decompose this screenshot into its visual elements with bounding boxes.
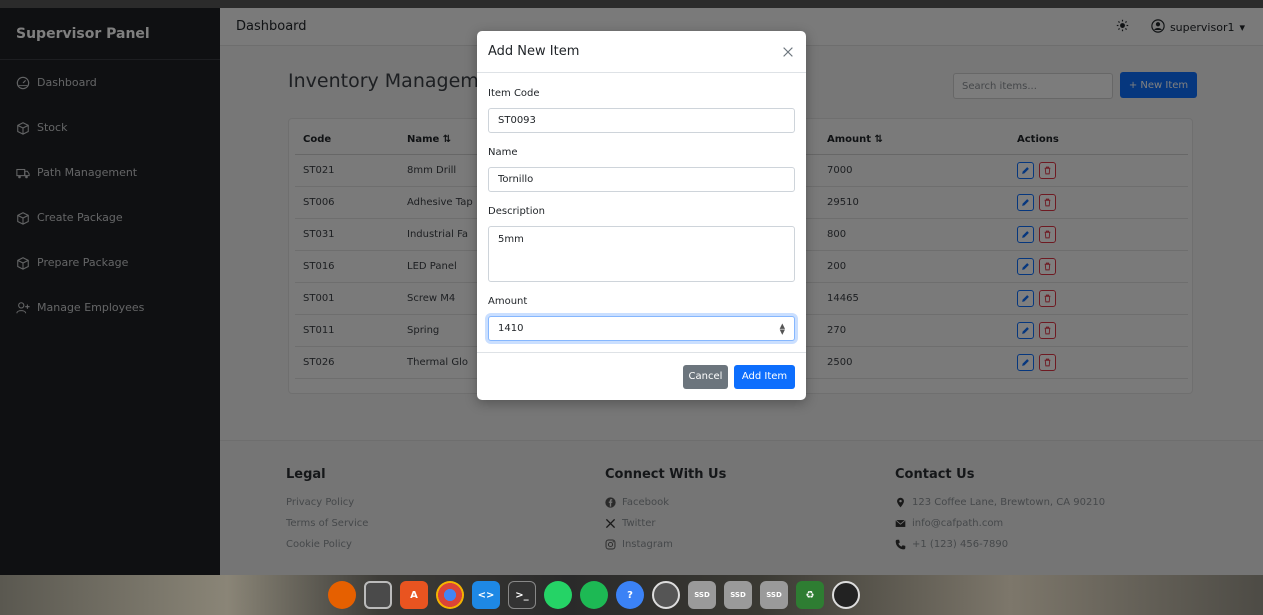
item-code-label: Item Code <box>488 87 540 99</box>
dock: A <> >_ ? SSD SSD SSD ♻ <box>322 575 952 615</box>
description-label: Description <box>488 205 545 217</box>
add-item-modal: Add New Item Item Code Name Description … <box>477 31 806 400</box>
whatsapp-icon[interactable] <box>544 581 572 609</box>
software-center-icon[interactable]: A <box>400 581 428 609</box>
name-field[interactable] <box>488 167 795 192</box>
settings-icon[interactable] <box>652 581 680 609</box>
ubuntu-apps-icon[interactable] <box>832 581 860 609</box>
modal-footer: Cancel Add Item <box>477 352 806 400</box>
amount-label: Amount <box>488 295 528 307</box>
os-taskbar: A <> >_ ? SSD SSD SSD ♻ <box>0 575 1263 615</box>
chrome-icon[interactable] <box>436 581 464 609</box>
amount-value: 1410 <box>498 323 524 334</box>
name-label: Name <box>488 146 518 158</box>
vscode-icon[interactable]: <> <box>472 581 500 609</box>
number-spinner-icon[interactable]: ▲ ▼ <box>780 323 785 336</box>
terminal-icon[interactable]: >_ <box>508 581 536 609</box>
amount-field[interactable]: 1410 ▲ ▼ <box>488 316 795 341</box>
ssd-drive-icon[interactable]: SSD <box>688 581 716 609</box>
ssd-drive-icon[interactable]: SSD <box>724 581 752 609</box>
modal-title: Add New Item <box>488 44 580 59</box>
help-icon[interactable]: ? <box>616 581 644 609</box>
spotify-icon[interactable] <box>580 581 608 609</box>
cancel-button[interactable]: Cancel <box>683 364 728 389</box>
close-icon[interactable] <box>781 45 795 59</box>
add-item-button[interactable]: Add Item <box>734 364 795 389</box>
description-field[interactable]: 5mm <box>488 226 795 282</box>
files-icon[interactable] <box>364 581 392 609</box>
trash-bin-icon[interactable]: ♻ <box>796 581 824 609</box>
firefox-icon[interactable] <box>328 581 356 609</box>
modal-body: Item Code Name Description 5mm Amount 14… <box>477 73 806 341</box>
item-code-field[interactable] <box>488 108 795 133</box>
modal-header: Add New Item <box>477 31 806 73</box>
ssd-drive-icon[interactable]: SSD <box>760 581 788 609</box>
window-top-strip <box>0 0 1263 8</box>
